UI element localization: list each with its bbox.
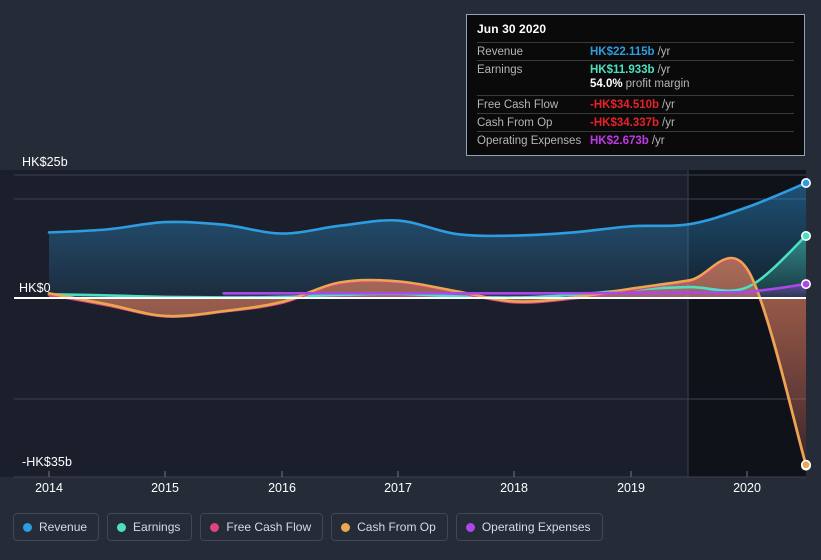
tooltip-row: Operating Expenses HK$2.673b/yr [477, 131, 794, 149]
x-axis-tick-2014: 2014 [35, 481, 63, 495]
tooltip-row: Free Cash Flow -HK$34.510b/yr [477, 95, 794, 113]
legend-item-free-cash-flow[interactable]: Free Cash Flow [200, 513, 324, 541]
x-axis-tick-2020: 2020 [733, 481, 761, 495]
tooltip-row-unit: /yr [662, 117, 675, 129]
tooltip-row: Revenue HK$22.115b/yr [477, 42, 794, 60]
legend-item-revenue[interactable]: Revenue [13, 513, 100, 541]
tooltip-row-unit: profit margin [625, 78, 690, 90]
y-axis-label-zero: HK$0 [19, 281, 51, 295]
legend-color-dot-icon [117, 522, 127, 532]
tooltip-row-label: Revenue [477, 46, 524, 58]
tooltip-row-unit: /yr [657, 46, 671, 58]
tooltip-row-unit: /yr [651, 135, 665, 147]
tooltip-row: 54.0% profit margin [477, 78, 794, 95]
tooltip-row-value: -HK$34.337b/yr [590, 117, 675, 129]
plot-background [0, 170, 688, 477]
tooltip-row-value: 54.0% profit margin [590, 78, 690, 90]
tooltip-row-label: Free Cash Flow [477, 99, 559, 111]
tooltip-row-label: Cash From Op [477, 117, 553, 129]
legend-item-label: Operating Expenses [481, 520, 591, 534]
tooltip-row-value: HK$11.933b/yr [590, 64, 671, 76]
legend-color-dot-icon [465, 522, 475, 532]
tooltip-row: Cash From Op -HK$34.337b/yr [477, 113, 794, 131]
chart-tooltip: Jun 30 2020 Revenue HK$22.115b/yr Earnings… [466, 14, 805, 156]
financial-chart-widget: HK$25b HK$0 -HK$35b 2014 2015 2016 2017 2018… [0, 0, 821, 560]
legend-item-cash-from-op[interactable]: Cash From Op [331, 513, 448, 541]
x-axis-tick-2017: 2017 [384, 481, 412, 495]
tooltip-rows: Revenue HK$22.115b/yr Earnings HK$11.933b/y… [477, 42, 794, 149]
endpoint-marker-revenue [800, 178, 811, 189]
tooltip-row-unit: /yr [657, 64, 671, 76]
tooltip-row-value: -HK$34.510b/yr [590, 99, 675, 111]
legend-item-earnings[interactable]: Earnings [107, 513, 193, 541]
y-axis-label-top: HK$25b [22, 155, 68, 169]
tooltip-date: Jun 30 2020 [477, 22, 547, 36]
y-axis-label-bottom: -HK$35b [22, 455, 73, 469]
tooltip-row-label: Earnings [477, 64, 523, 76]
tooltip-row-value: HK$22.115b/yr [590, 46, 671, 58]
x-axis-tick-2016: 2016 [268, 481, 296, 495]
endpoint-marker-cash-from-op [800, 459, 811, 470]
chart-legend[interactable]: Revenue Earnings Free Cash Flow Cash From O… [13, 513, 603, 541]
legend-item-label: Earnings [133, 520, 181, 534]
tooltip-row-value: HK$2.673b/yr [590, 135, 665, 147]
tooltip-row-label: Operating Expenses [477, 135, 582, 147]
legend-item-label: Free Cash Flow [226, 520, 312, 534]
legend-color-dot-icon [341, 522, 351, 532]
legend-color-dot-icon [210, 522, 220, 532]
tooltip-row-unit: /yr [662, 99, 675, 111]
legend-item-label: Revenue [39, 520, 88, 534]
endpoint-marker-earnings [800, 230, 811, 241]
x-axis-tick-2018: 2018 [500, 481, 528, 495]
legend-color-dot-icon [23, 522, 32, 532]
x-axis-tick-2019: 2019 [617, 481, 645, 495]
legend-item-label: Cash From Op [357, 520, 436, 534]
endpoint-marker-operating-expenses [800, 279, 811, 290]
x-axis-tick-2015: 2015 [151, 481, 179, 495]
tooltip-row: Earnings HK$11.933b/yr [477, 60, 794, 78]
legend-item-operating-expenses[interactable]: Operating Expenses [455, 513, 603, 541]
